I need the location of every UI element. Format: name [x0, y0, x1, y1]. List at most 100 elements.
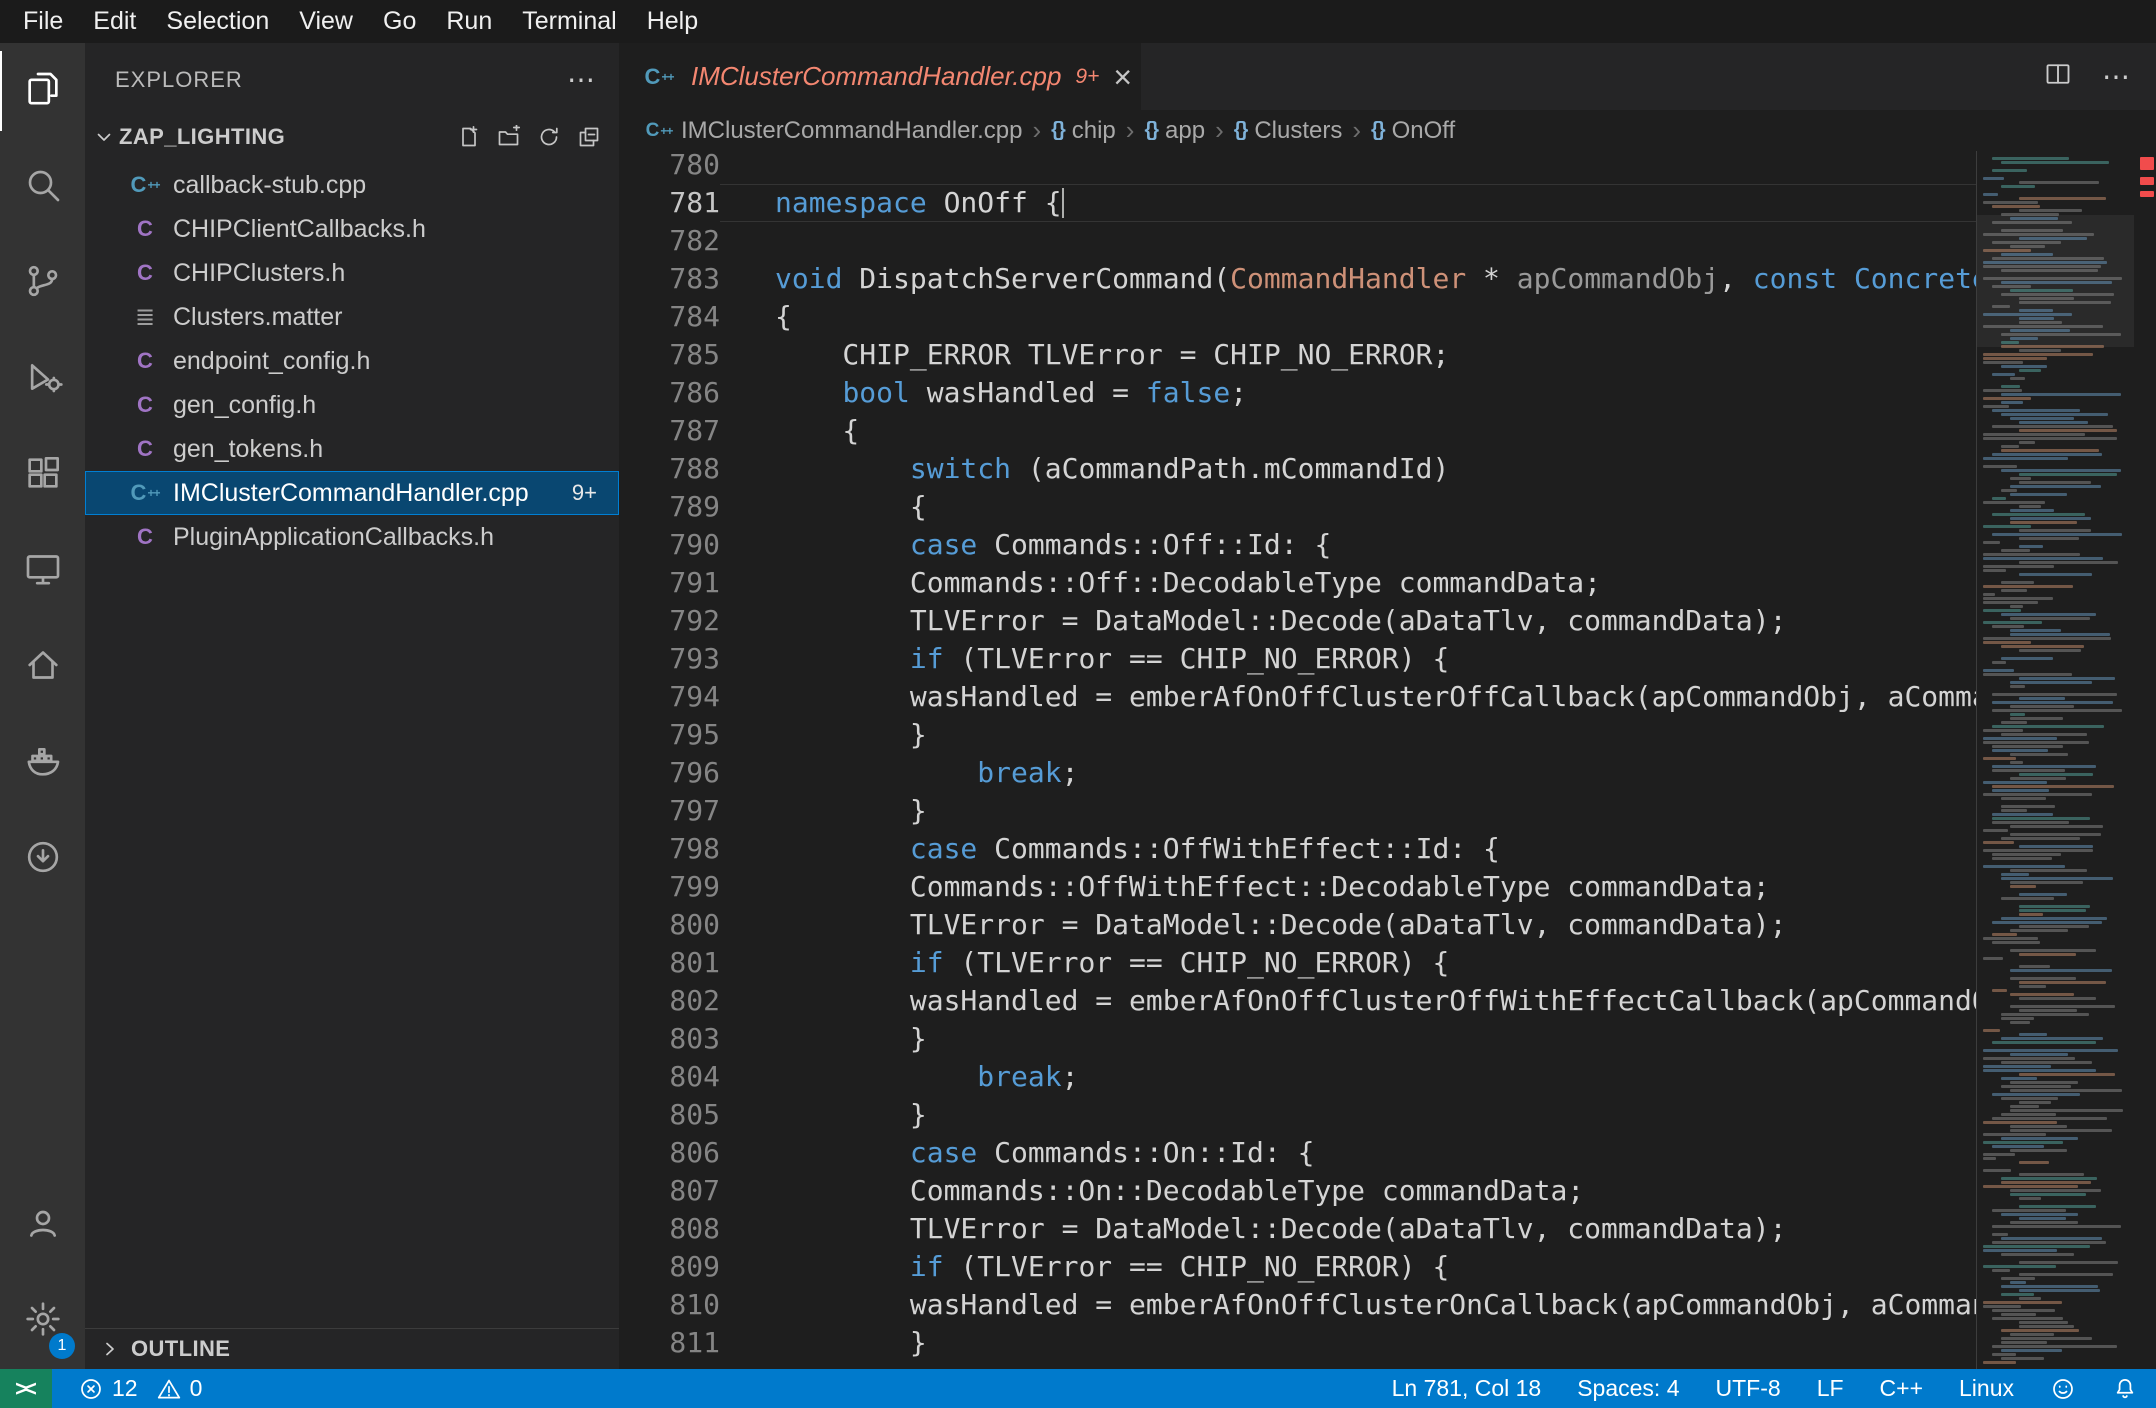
- line-number[interactable]: 780: [619, 151, 720, 184]
- breadcrumb-file[interactable]: IMClusterCommandHandler.cpp: [681, 117, 1022, 145]
- line-number[interactable]: 782: [619, 222, 720, 260]
- status-utf-8[interactable]: UTF-8: [1716, 1375, 1781, 1402]
- file-item-Clusters.matter[interactable]: Clusters.matter: [85, 295, 619, 339]
- menu-item-file[interactable]: File: [8, 0, 78, 43]
- code-line-808[interactable]: 808 TLVError = DataModel::Decode(aDataTl…: [619, 1210, 1976, 1248]
- code-line-792[interactable]: 792 TLVError = DataModel::Decode(aDataTl…: [619, 602, 1976, 640]
- feedback-smiley-icon[interactable]: [2050, 1376, 2076, 1402]
- collapse-all-icon[interactable]: [577, 125, 601, 149]
- code-editor[interactable]: 780 781 namespace OnOff {782 783 void Dispat…: [619, 151, 2156, 1369]
- file-item-CHIPClusters.h[interactable]: CHIPClusters.h: [85, 251, 619, 295]
- status-c[interactable]: C++: [1880, 1375, 1923, 1402]
- line-number[interactable]: 785: [619, 336, 720, 374]
- code-line-795[interactable]: 795 }: [619, 716, 1976, 754]
- status-ln-781-col-18[interactable]: Ln 781, Col 18: [1392, 1375, 1542, 1402]
- menu-item-help[interactable]: Help: [632, 0, 713, 43]
- new-folder-icon[interactable]: [497, 125, 521, 149]
- code-line-809[interactable]: 809 if (TLVError == CHIP_NO_ERROR) {: [619, 1248, 1976, 1286]
- breadcrumb-item-chip[interactable]: chip: [1051, 117, 1116, 145]
- line-number[interactable]: 797: [619, 792, 720, 830]
- code-line-794[interactable]: 794 wasHandled = emberAfOnOffClusterOffC…: [619, 678, 1976, 716]
- line-number[interactable]: 787: [619, 412, 720, 450]
- activity-extensions[interactable]: [0, 427, 85, 523]
- line-number[interactable]: 792: [619, 602, 720, 640]
- code-line-806[interactable]: 806 case Commands::On::Id: {: [619, 1134, 1976, 1172]
- activity-settings[interactable]: 1: [0, 1273, 85, 1369]
- menu-item-selection[interactable]: Selection: [151, 0, 284, 43]
- line-number[interactable]: 796: [619, 754, 720, 792]
- line-number[interactable]: 794: [619, 678, 720, 716]
- line-number[interactable]: 801: [619, 944, 720, 982]
- line-number[interactable]: 786: [619, 374, 720, 412]
- outline-section[interactable]: OUTLINE: [85, 1328, 619, 1369]
- code-line-803[interactable]: 803 }: [619, 1020, 1976, 1058]
- line-number[interactable]: 783: [619, 260, 720, 298]
- code-line-791[interactable]: 791 Commands::Off::DecodableType command…: [619, 564, 1976, 602]
- line-number[interactable]: 811: [619, 1324, 720, 1362]
- code-line-782[interactable]: 782: [619, 222, 1976, 260]
- breadcrumb-item-clusters[interactable]: Clusters: [1234, 117, 1342, 145]
- status-spaces-4[interactable]: Spaces: 4: [1577, 1375, 1679, 1402]
- activity-source-control[interactable]: [0, 235, 85, 331]
- file-item-endpoint_config.h[interactable]: endpoint_config.h: [85, 339, 619, 383]
- code-line-786[interactable]: 786 bool wasHandled = false;: [619, 374, 1976, 412]
- remote-indicator[interactable]: [0, 1369, 52, 1408]
- line-number[interactable]: 810: [619, 1286, 720, 1324]
- line-number[interactable]: 795: [619, 716, 720, 754]
- code-line-797[interactable]: 797 }: [619, 792, 1976, 830]
- code-line-796[interactable]: 796 break;: [619, 754, 1976, 792]
- code-line-807[interactable]: 807 Commands::On::DecodableType commandD…: [619, 1172, 1976, 1210]
- code-line-812[interactable]: 812 break;: [619, 1362, 1976, 1369]
- code-line-804[interactable]: 804 break;: [619, 1058, 1976, 1096]
- line-number[interactable]: 791: [619, 564, 720, 602]
- file-item-gen_config.h[interactable]: gen_config.h: [85, 383, 619, 427]
- file-item-gen_tokens.h[interactable]: gen_tokens.h: [85, 427, 619, 471]
- new-file-icon[interactable]: [457, 125, 481, 149]
- code-line-811[interactable]: 811 }: [619, 1324, 1976, 1362]
- code-line-784[interactable]: 784 {: [619, 298, 1976, 336]
- menu-item-view[interactable]: View: [284, 0, 368, 43]
- status-lf[interactable]: LF: [1817, 1375, 1844, 1402]
- menu-item-terminal[interactable]: Terminal: [507, 0, 631, 43]
- file-item-IMClusterCommandHandler.cpp[interactable]: IMClusterCommandHandler.cpp 9+: [85, 471, 619, 515]
- line-number[interactable]: 784: [619, 298, 720, 336]
- activity-accounts[interactable]: [0, 1177, 85, 1273]
- line-number[interactable]: 809: [619, 1248, 720, 1286]
- line-number[interactable]: 789: [619, 488, 720, 526]
- more-actions-icon[interactable]: [567, 66, 595, 94]
- status-linux[interactable]: Linux: [1959, 1375, 2014, 1402]
- line-number[interactable]: 788: [619, 450, 720, 488]
- code-line-790[interactable]: 790 case Commands::Off::Id: {: [619, 526, 1976, 564]
- menu-item-edit[interactable]: Edit: [78, 0, 151, 43]
- code-line-810[interactable]: 810 wasHandled = emberAfOnOffClusterOnCa…: [619, 1286, 1976, 1324]
- line-number[interactable]: 799: [619, 868, 720, 906]
- code-line-789[interactable]: 789 {: [619, 488, 1976, 526]
- code-line-785[interactable]: 785 CHIP_ERROR TLVError = CHIP_NO_ERROR;: [619, 336, 1976, 374]
- file-item-CHIPClientCallbacks.h[interactable]: CHIPClientCallbacks.h: [85, 207, 619, 251]
- split-editor-icon[interactable]: [2044, 60, 2072, 93]
- activity-home[interactable]: [0, 619, 85, 715]
- close-icon[interactable]: [1113, 61, 1132, 93]
- line-number[interactable]: 798: [619, 830, 720, 868]
- line-number[interactable]: 800: [619, 906, 720, 944]
- line-number[interactable]: 781: [619, 184, 720, 222]
- code-line-781[interactable]: 781 namespace OnOff {: [619, 184, 1976, 222]
- line-number[interactable]: 806: [619, 1134, 720, 1172]
- file-item-callback-stub.cpp[interactable]: callback-stub.cpp: [85, 163, 619, 207]
- code-line-793[interactable]: 793 if (TLVError == CHIP_NO_ERROR) {: [619, 640, 1976, 678]
- folder-section-header[interactable]: ZAP_LIGHTING: [85, 117, 619, 157]
- bell-icon[interactable]: [2112, 1376, 2138, 1402]
- menu-item-go[interactable]: Go: [368, 0, 431, 43]
- tab-imclustercommandhandler[interactable]: IMClusterCommandHandler.cpp 9+: [619, 43, 1141, 110]
- activity-remote-explorer[interactable]: [0, 523, 85, 619]
- activity-explorer[interactable]: [0, 43, 85, 139]
- line-number[interactable]: 802: [619, 982, 720, 1020]
- menu-item-run[interactable]: Run: [431, 0, 507, 43]
- code-line-798[interactable]: 798 case Commands::OffWithEffect::Id: {: [619, 830, 1976, 868]
- code-line-787[interactable]: 787 {: [619, 412, 1976, 450]
- code-line-780[interactable]: 780: [619, 151, 1976, 184]
- line-number[interactable]: 790: [619, 526, 720, 564]
- problems-status[interactable]: 12 0: [78, 1375, 212, 1402]
- code-line-788[interactable]: 788 switch (aCommandPath.mCommandId): [619, 450, 1976, 488]
- line-number[interactable]: 807: [619, 1172, 720, 1210]
